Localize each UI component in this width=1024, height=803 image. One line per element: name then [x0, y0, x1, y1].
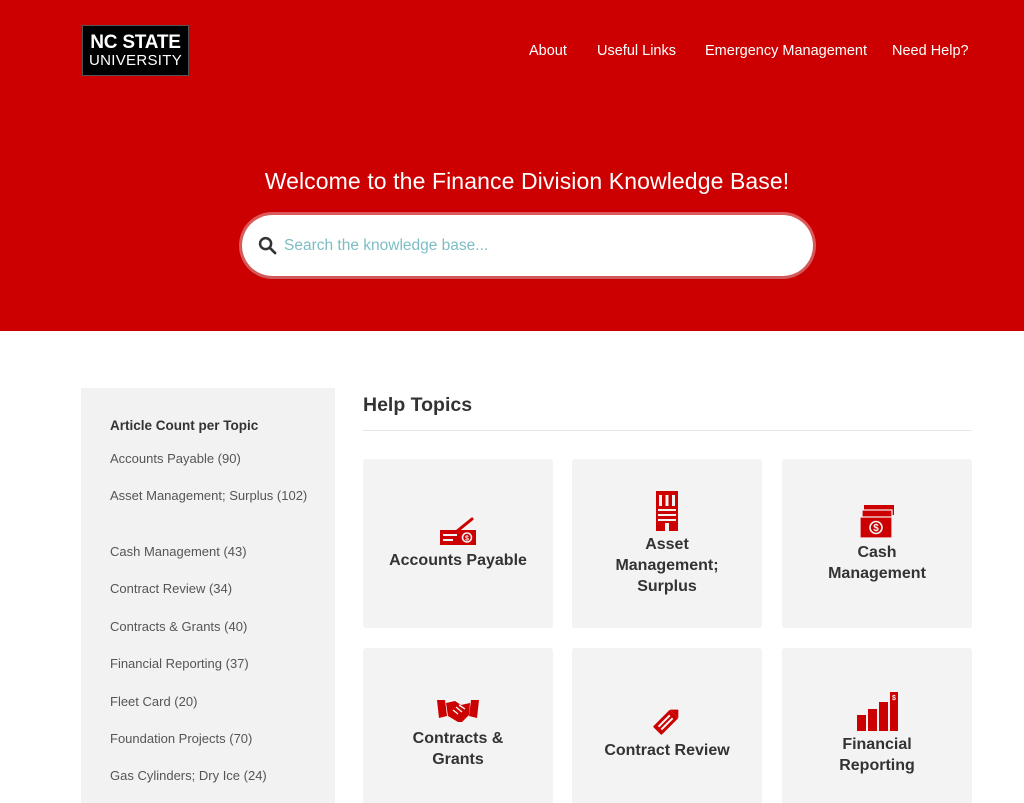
nav-useful-links[interactable]: Useful Links: [597, 43, 676, 59]
sidebar-item-cash-management[interactable]: Cash Management (43): [110, 538, 310, 566]
topic-label: Cash Management: [828, 543, 926, 582]
nav-need-help[interactable]: Need Help?: [892, 43, 969, 59]
sidebar-item-financial-reporting[interactable]: Financial Reporting (37): [110, 650, 310, 678]
top-navigation: About Useful Links Emergency Management …: [0, 43, 1024, 63]
topic-card-financial-reporting[interactable]: $ Financial Reporting: [782, 648, 972, 803]
sidebar-item-asset-management[interactable]: Asset Management; Surplus (102): [110, 482, 310, 510]
topic-label: Asset Management; Surplus: [615, 536, 719, 595]
sidebar-item-contracts-grants[interactable]: Contracts & Grants (40): [110, 613, 310, 641]
topic-label: Financial Reporting: [839, 735, 915, 774]
handshake-icon: [437, 699, 479, 722]
page-title: Welcome to the Finance Division Knowledg…: [264, 168, 790, 194]
search-input[interactable]: [284, 229, 784, 263]
divider: [363, 430, 972, 431]
sidebar-item-fleet-card[interactable]: Fleet Card (20): [110, 688, 310, 716]
topic-card-accounts-payable[interactable]: $ Accounts Payable: [363, 459, 553, 628]
topic-label: Contracts & Grants: [412, 729, 504, 768]
sidebar-item-gas-cylinders[interactable]: Gas Cylinders; Dry Ice (24): [110, 762, 310, 790]
search-bar[interactable]: [242, 215, 813, 276]
nav-emergency-management[interactable]: Emergency Management: [705, 43, 867, 59]
svg-text:$: $: [465, 535, 469, 542]
hero-banner: NC STATE UNIVERSITY About Useful Links E…: [0, 0, 1024, 331]
topic-label: Accounts Payable: [389, 552, 527, 569]
nav-about[interactable]: About: [529, 43, 567, 59]
search-icon[interactable]: [258, 236, 277, 255]
pencil-icon: [653, 709, 679, 735]
sidebar-title: Article Count per Topic: [110, 418, 259, 433]
article-count-sidebar: Article Count per Topic Accounts Payable…: [81, 388, 335, 803]
help-topics-heading: Help Topics: [363, 394, 473, 416]
bar-chart-icon: $: [857, 691, 898, 731]
sidebar-item-accounts-payable[interactable]: Accounts Payable (90): [110, 445, 310, 473]
topic-card-cash-management[interactable]: $ Cash Management: [782, 459, 972, 628]
svg-text:$: $: [892, 695, 896, 702]
building-icon: [656, 491, 678, 531]
topic-label: Contract Review: [604, 742, 730, 759]
svg-text:$: $: [873, 523, 879, 534]
topic-card-contract-review[interactable]: Contract Review: [572, 648, 762, 803]
check-payment-icon: $: [440, 517, 476, 545]
topic-card-contracts-grants[interactable]: Contracts & Grants: [363, 648, 553, 803]
cash-stack-icon: $: [859, 504, 894, 539]
sidebar-item-foundation-projects[interactable]: Foundation Projects (70): [110, 725, 310, 753]
sidebar-item-contract-review[interactable]: Contract Review (34): [110, 575, 310, 603]
topic-card-asset-management[interactable]: Asset Management; Surplus: [572, 459, 762, 628]
